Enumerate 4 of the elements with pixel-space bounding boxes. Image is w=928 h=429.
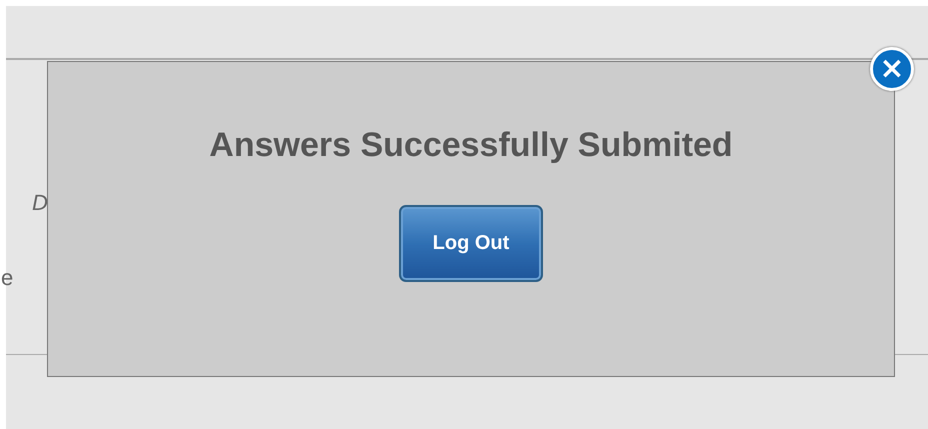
page-text: e: [1, 265, 14, 291]
page-text: D: [32, 190, 48, 216]
log-out-button[interactable]: Log Out: [399, 205, 543, 282]
dialog-title: Answers Successfully Submited: [209, 126, 733, 165]
